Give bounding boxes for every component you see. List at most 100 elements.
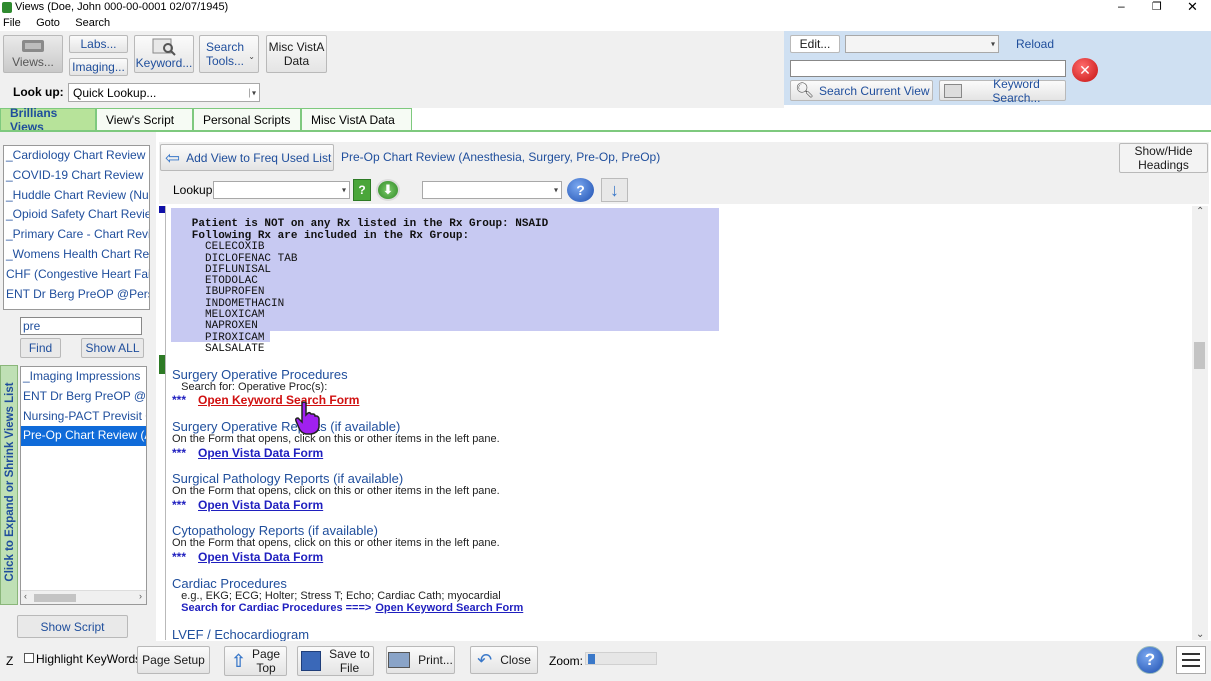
close-window-button[interactable]: ✕: [1187, 0, 1198, 15]
views-button[interactable]: Views...: [3, 35, 63, 73]
vertical-scrollbar[interactable]: ⌃ ⌄: [1192, 206, 1208, 640]
expand-shrink-toggle[interactable]: Click to Expand or Shrink Views List: [0, 365, 18, 605]
quick-lookup-value: Quick Lookup...: [73, 85, 157, 100]
show-hide-headings-button[interactable]: Show/Hide Headings: [1119, 143, 1208, 173]
open-vista-data-link[interactable]: Open Vista Data Form: [198, 446, 323, 460]
quick-lookup-select[interactable]: Quick Lookup... ▾: [68, 83, 260, 102]
tab-bar: Brillians Views View's Script Personal S…: [0, 106, 412, 134]
rx-item: NAPROXEN: [172, 320, 258, 333]
search-input[interactable]: [790, 60, 1066, 77]
keyword-search-button[interactable]: Keyword Search...: [939, 77, 1066, 105]
content-lookup-select[interactable]: ▾: [213, 181, 350, 199]
menu-goto[interactable]: Goto: [36, 17, 60, 29]
scroll-left-icon[interactable]: ‹: [24, 591, 27, 601]
help-icon[interactable]: ?: [1136, 646, 1164, 674]
menu-bar: File Goto Search: [3, 15, 1211, 31]
title-bar: Views (Doe, John 000-00-0001 02/07/1945)…: [0, 0, 1211, 15]
list-item[interactable]: ENT Dr Berg PreOP @Persor: [4, 285, 149, 305]
list-item[interactable]: ENT Dr Berg PreOP @Pe: [21, 387, 146, 407]
show-script-button[interactable]: Show Script: [17, 615, 128, 638]
open-keyword-search-link[interactable]: Open Keyword Search Form: [198, 393, 359, 407]
rx-line: Patient is NOT on any Rx listed in the R…: [172, 218, 549, 231]
hand-cursor-icon: [295, 401, 320, 435]
section-link-row: *** Open Vista Data Form: [172, 550, 323, 564]
edit-button[interactable]: Edit...: [790, 35, 840, 53]
list-item[interactable]: CHF (Congestive Heart Fail C: [4, 265, 149, 285]
rx-list: CELECOXIB DICLOFENAC TAB DIFLUNISAL ETOD…: [172, 231, 297, 355]
misc-vista-button[interactable]: Misc VistA Data: [266, 35, 327, 73]
floppy-disk-icon: [301, 651, 322, 671]
menu-file[interactable]: File: [3, 17, 21, 29]
filtered-views-list: _Imaging Impressions ENT Dr Berg PreOP @…: [20, 366, 147, 605]
zoom-slider-thumb[interactable]: [588, 654, 595, 664]
highlight-keywords-checkbox[interactable]: [24, 653, 34, 663]
scroll-up-icon[interactable]: ⌃: [1196, 206, 1204, 217]
link-prefix: ***: [172, 498, 187, 512]
rx-item: CELECOXIB: [172, 241, 265, 254]
search-icon: 🔍︎: [795, 81, 815, 99]
list-item[interactable]: _Primary Care - Chart Review: [4, 225, 149, 245]
scroll-thumb[interactable]: [34, 594, 76, 602]
keyword-button[interactable]: Keyword...: [134, 35, 194, 73]
restore-button[interactable]: ❐: [1152, 0, 1162, 13]
add-view-label: Add View to Freq Used List: [186, 150, 332, 165]
labs-button[interactable]: Labs...: [69, 35, 128, 53]
section-link-row: *** Open Vista Data Form: [172, 498, 323, 512]
open-keyword-search-link[interactable]: Open Keyword Search Form: [375, 602, 523, 614]
add-view-button[interactable]: ⇦ Add View to Freq Used List: [160, 144, 334, 171]
open-vista-data-link[interactable]: Open Vista Data Form: [198, 498, 323, 512]
content-secondary-select[interactable]: ▾: [422, 181, 562, 199]
find-button[interactable]: Find: [20, 338, 61, 358]
list-item[interactable]: _Imaging Impressions: [21, 367, 146, 387]
help-green-icon[interactable]: ?: [353, 179, 371, 201]
filter-input[interactable]: pre: [20, 317, 142, 335]
help-icon[interactable]: ?: [567, 178, 594, 202]
tab-misc-vista-data[interactable]: Misc VistA Data: [301, 108, 412, 130]
section-title: Surgical Pathology Reports (if available…: [172, 471, 404, 486]
section-title: Surgery Operative Reports (if available): [172, 419, 401, 434]
arrow-down-icon[interactable]: ↓: [601, 178, 628, 202]
list-item-selected[interactable]: Pre-Op Chart Review (An: [21, 426, 146, 447]
list-item[interactable]: _Huddle Chart Review (Nursi: [4, 186, 149, 206]
zoom-slider[interactable]: [585, 652, 657, 665]
minimize-button[interactable]: –: [1118, 0, 1125, 13]
show-all-button[interactable]: Show ALL: [81, 338, 144, 358]
print-button[interactable]: Print...: [386, 646, 455, 674]
link-prefix: ***: [172, 393, 187, 407]
page-top-button[interactable]: ⇧ Page Top: [224, 646, 287, 676]
scroll-down-icon[interactable]: ⌄: [1196, 629, 1204, 640]
menu-search[interactable]: Search: [75, 17, 110, 29]
page-setup-button[interactable]: Page Setup: [137, 646, 210, 674]
left-gutter-line: [165, 206, 166, 640]
reload-button[interactable]: Reload: [1004, 34, 1066, 53]
horizontal-scrollbar[interactable]: ‹ ›: [21, 590, 146, 604]
link-prefix: ***: [172, 446, 187, 460]
tab-divider: [0, 130, 1211, 132]
tab-personal-scripts[interactable]: Personal Scripts: [193, 108, 301, 130]
list-item[interactable]: _Womens Health Chart Revie: [4, 245, 149, 265]
imaging-button[interactable]: Imaging...: [69, 58, 128, 76]
list-item[interactable]: Nursing-PACT Previsit Ch: [21, 407, 146, 427]
search-tools-button[interactable]: Search Tools... ⌄: [199, 35, 259, 73]
close-label: Close: [500, 653, 531, 667]
edit-select[interactable]: ▾: [845, 35, 999, 53]
arrow-up-icon: ⇧: [230, 651, 247, 671]
download-green-icon[interactable]: ⬇: [376, 179, 400, 201]
list-item[interactable]: _COVID-19 Chart Review: [4, 166, 149, 186]
section-link-row: Search for Cardiac Procedures ===> Open K…: [172, 602, 523, 614]
clear-search-icon[interactable]: ✕: [1072, 58, 1098, 82]
scroll-right-icon[interactable]: ›: [139, 591, 142, 601]
scroll-thumb[interactable]: [1194, 342, 1205, 369]
section-link-row: *** Open Keyword Search Form: [172, 393, 359, 407]
tab-brillians-views[interactable]: Brillians Views: [0, 106, 96, 134]
search-current-view-button[interactable]: 🔍︎ Search Current View: [790, 80, 933, 101]
tab-views-script[interactable]: View's Script: [96, 108, 193, 130]
list-item[interactable]: _Cardiology Chart Review: [4, 146, 149, 166]
open-vista-data-link[interactable]: Open Vista Data Form: [198, 550, 323, 564]
menu-list-icon[interactable]: [1176, 646, 1206, 674]
views-icon: [22, 40, 44, 52]
list-item[interactable]: _Opioid Safety Chart Review: [4, 205, 149, 225]
section-subtitle: On the Form that opens, click on this or…: [172, 433, 500, 445]
close-button[interactable]: ↶ Close: [470, 646, 538, 674]
save-to-file-button[interactable]: Save to File: [297, 646, 374, 676]
